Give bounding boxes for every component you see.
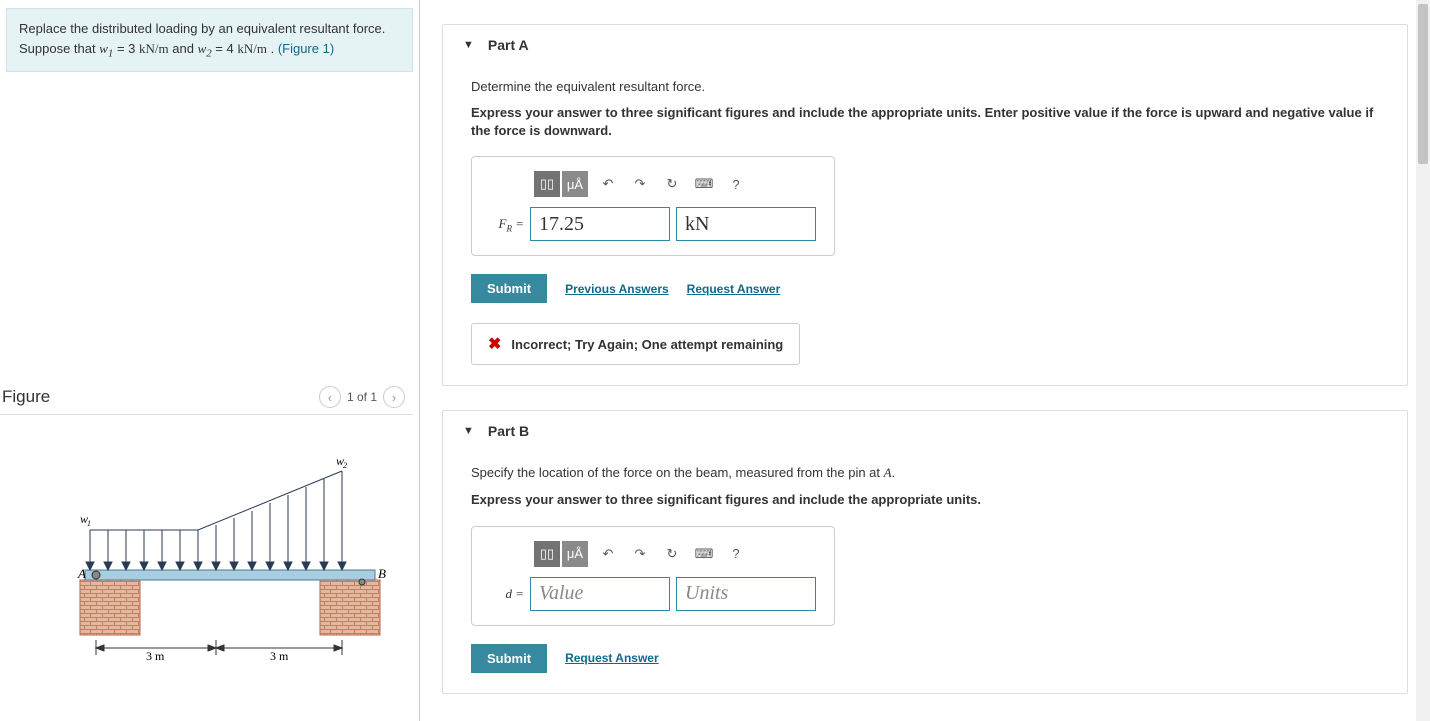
reset-button[interactable]: ↻: [660, 541, 684, 567]
part-b-request-answer-link[interactable]: Request Answer: [565, 651, 659, 665]
chevron-down-icon: ▼: [463, 425, 474, 437]
redo-button[interactable]: ↷: [628, 541, 652, 567]
part-a-prompt: Determine the equivalent resultant force…: [471, 79, 1379, 94]
part-a-header[interactable]: ▼ Part A: [443, 25, 1407, 65]
svg-text:A: A: [77, 566, 86, 581]
part-a-title: Part A: [488, 37, 529, 53]
part-a-feedback: ✖ Incorrect; Try Again; One attempt rema…: [471, 323, 800, 365]
part-a-previous-answers-link[interactable]: Previous Answers: [565, 282, 669, 296]
incorrect-icon: ✖: [488, 334, 501, 354]
keyboard-button[interactable]: ⌨: [692, 171, 716, 197]
scrollbar-thumb[interactable]: [1418, 4, 1428, 164]
figure-link[interactable]: (Figure 1): [278, 41, 334, 56]
svg-text:3 m: 3 m: [146, 649, 165, 663]
figure-next-button[interactable]: ›: [383, 386, 405, 408]
figure-pager: 1 of 1: [347, 390, 377, 404]
reset-button[interactable]: ↻: [660, 171, 684, 197]
keyboard-button[interactable]: ⌨: [692, 541, 716, 567]
svg-text:3 m: 3 m: [270, 649, 289, 663]
part-b-prompt: Specify the location of the force on the…: [471, 465, 1379, 481]
part-b-block: ▼ Part B Specify the location of the for…: [442, 410, 1408, 693]
units-symbol-button[interactable]: μÅ: [562, 171, 588, 197]
part-b-submit-button[interactable]: Submit: [471, 644, 547, 673]
part-a-block: ▼ Part A Determine the equivalent result…: [442, 24, 1408, 386]
figure-prev-button[interactable]: ‹: [319, 386, 341, 408]
part-b-title: Part B: [488, 423, 529, 439]
feedback-text: Incorrect; Try Again; One attempt remain…: [511, 337, 783, 352]
svg-text:B: B: [378, 566, 386, 581]
templates-button[interactable]: ▯▯: [534, 541, 560, 567]
figure-diagram: w 1 w 2 A B 3 m 3: [0, 415, 419, 688]
scrollbar-track[interactable]: [1416, 0, 1430, 721]
part-a-submit-button[interactable]: Submit: [471, 274, 547, 303]
templates-button[interactable]: ▯▯: [534, 171, 560, 197]
part-a-request-answer-link[interactable]: Request Answer: [687, 282, 781, 296]
part-a-answer-box: ▯▯ μÅ ↶ ↷ ↻ ⌨ ? FR =: [471, 156, 835, 256]
svg-text:2: 2: [343, 461, 347, 470]
part-a-variable: FR =: [490, 216, 524, 234]
part-a-instruction: Express your answer to three significant…: [471, 104, 1379, 140]
part-a-unit-input[interactable]: [676, 207, 816, 241]
part-b-variable: d =: [490, 586, 524, 602]
part-b-toolbar: ▯▯ μÅ ↶ ↷ ↻ ⌨ ?: [534, 541, 816, 567]
part-a-toolbar: ▯▯ μÅ ↶ ↷ ↻ ⌨ ?: [534, 171, 816, 197]
help-button[interactable]: ?: [724, 541, 748, 567]
part-b-header[interactable]: ▼ Part B: [443, 411, 1407, 451]
help-button[interactable]: ?: [724, 171, 748, 197]
units-symbol-button[interactable]: μÅ: [562, 541, 588, 567]
part-b-value-input[interactable]: [530, 577, 670, 611]
chevron-down-icon: ▼: [463, 39, 474, 51]
figure-panel-label: Figure: [2, 387, 50, 407]
part-b-answer-box: ▯▯ μÅ ↶ ↷ ↻ ⌨ ? d =: [471, 526, 835, 626]
undo-button[interactable]: ↶: [596, 171, 620, 197]
part-b-instruction: Express your answer to three significant…: [471, 491, 1379, 509]
problem-statement: Replace the distributed loading by an eq…: [6, 8, 413, 72]
part-a-value-input[interactable]: [530, 207, 670, 241]
svg-text:1: 1: [87, 519, 91, 528]
redo-button[interactable]: ↷: [628, 171, 652, 197]
undo-button[interactable]: ↶: [596, 541, 620, 567]
part-b-unit-input[interactable]: [676, 577, 816, 611]
